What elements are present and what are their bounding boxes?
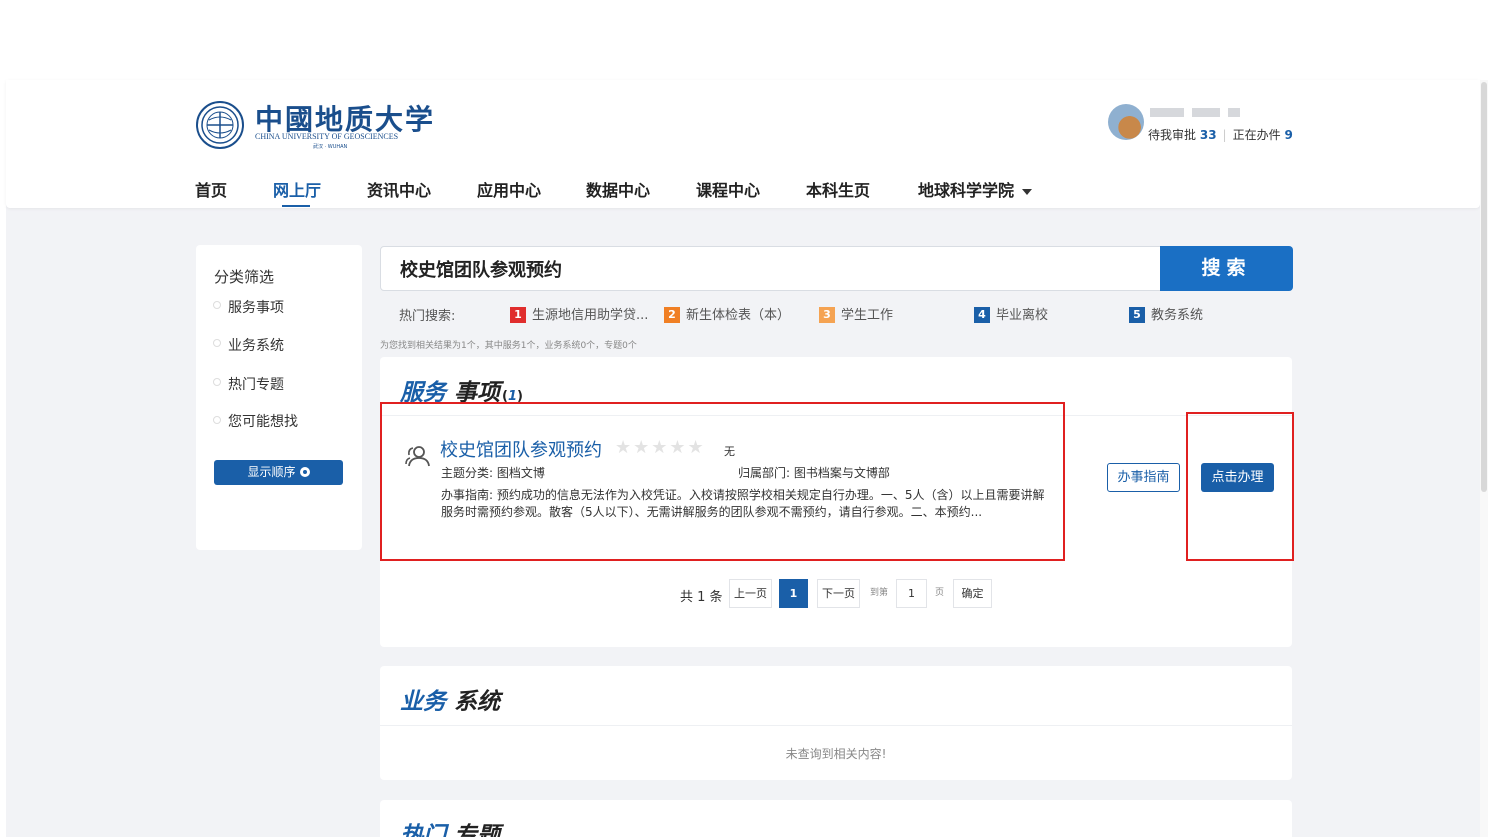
sort-order-button[interactable]: 显示顺序 — [214, 460, 343, 485]
search-button[interactable]: 搜索 — [1160, 246, 1293, 291]
topics-title: 热门 专题 — [400, 816, 500, 837]
hot-search-item[interactable]: 1 生源地信用助学贷... — [510, 304, 648, 323]
page-number-input[interactable]: 1 — [896, 579, 927, 608]
sort-order-label: 显示顺序 — [247, 465, 296, 479]
business-title-rest: 系统 — [446, 689, 501, 715]
nav-active-indicator — [282, 205, 310, 207]
goto-label: 到第 — [870, 588, 889, 598]
avatar[interactable] — [1108, 104, 1144, 140]
empty-message: 未查询到相关内容! — [785, 747, 887, 761]
topics-title-accent: 热门 — [400, 823, 446, 837]
search-input[interactable] — [381, 247, 1159, 290]
university-emblem-icon — [196, 101, 244, 149]
business-title: 业务 系统 — [400, 682, 500, 716]
sidebar-item-services[interactable]: 服务事项 — [228, 297, 284, 317]
gear-icon — [299, 467, 310, 477]
page-1-button[interactable]: 1 — [779, 579, 808, 608]
hot-search-text: 新生体检表（本） — [686, 308, 791, 323]
business-card: 业务 系统 未查询到相关内容! — [380, 666, 1292, 780]
rank-badge: 5 — [1129, 307, 1145, 323]
user-stats: 待我审批 33 | 正在办件 9 — [1148, 126, 1293, 143]
filter-sidebar: 分类筛选 服务事项 业务系统 热门专题 您可能想找 显示顺序 — [196, 245, 362, 550]
pending-count[interactable]: 33 — [1200, 128, 1217, 142]
hot-search-item[interactable]: 4 毕业离校 — [974, 304, 1048, 323]
business-title-accent: 业务 — [400, 689, 446, 715]
nav-item-undergrad[interactable]: 本科生页 — [806, 177, 870, 201]
next-page-button[interactable]: 下一页 — [817, 579, 860, 608]
nav-item-home[interactable]: 首页 — [195, 177, 227, 201]
hot-search-text: 毕业离校 — [996, 308, 1049, 323]
scrollbar-thumb[interactable] — [1481, 82, 1487, 492]
sidebar-item-topics[interactable]: 热门专题 — [228, 374, 284, 394]
highlight-box-service — [380, 402, 1065, 561]
doing-label[interactable]: 正在办件 — [1233, 128, 1281, 142]
rank-badge: 2 — [664, 307, 680, 323]
user-panel: 待我审批 33 | 正在办件 9 — [1108, 104, 1308, 144]
topics-card: 热门 专题 — [380, 800, 1292, 837]
sidebar-title: 分类筛选 — [214, 268, 275, 286]
nav-item-news[interactable]: 资讯中心 — [367, 177, 431, 201]
hot-search-text: 教务系统 — [1151, 308, 1204, 323]
stats-separator: | — [1222, 128, 1227, 142]
nav-item-school-label: 地球科学学院 — [918, 181, 1015, 200]
search-bar: 搜索 — [380, 246, 1293, 291]
result-summary: 为您找到相关结果为1个，其中服务1个，业务系统0个，专题0个 — [380, 341, 637, 351]
pending-label[interactable]: 待我审批 — [1148, 128, 1196, 142]
dot-icon — [213, 301, 221, 309]
rank-badge: 1 — [510, 307, 526, 323]
pager-total: 共 1 条 — [680, 590, 723, 605]
nav-item-online-hall[interactable]: 网上厅 — [273, 177, 321, 201]
hot-search-text: 学生工作 — [841, 308, 894, 323]
nav-item-data[interactable]: 数据中心 — [586, 177, 650, 201]
nav-item-apps[interactable]: 应用中心 — [477, 177, 541, 201]
doing-count[interactable]: 9 — [1284, 128, 1292, 142]
rank-badge: 4 — [974, 307, 990, 323]
dot-icon — [213, 416, 221, 424]
sidebar-item-business[interactable]: 业务系统 — [228, 335, 284, 355]
rank-badge: 3 — [819, 307, 835, 323]
dot-icon — [213, 378, 221, 386]
sidebar-item-suggestions[interactable]: 您可能想找 — [228, 411, 298, 431]
topics-title-rest: 专题 — [446, 823, 501, 837]
user-name-redacted — [1150, 108, 1240, 118]
logo-subtitle: CHINA UNIVERSITY OF GEOSCIENCES — [255, 132, 399, 141]
page-unit: 页 — [935, 588, 945, 598]
nav-item-school-dropdown[interactable]: 地球科学学院 — [918, 177, 1033, 201]
dot-icon — [213, 339, 221, 347]
university-logo[interactable]: 中國地质大学 CHINA UNIVERSITY OF GEOSCIENCES 武… — [195, 98, 435, 152]
logo-city: 武汉 · WUHAN — [313, 144, 348, 150]
goto-confirm-button[interactable]: 确定 — [953, 579, 992, 608]
hot-search-item[interactable]: 3 学生工作 — [819, 304, 893, 323]
hot-search-item[interactable]: 5 教务系统 — [1129, 304, 1203, 323]
highlight-box-action — [1186, 412, 1294, 561]
hot-search-item[interactable]: 2 新生体检表（本） — [664, 304, 790, 323]
chevron-down-icon — [1022, 188, 1033, 195]
nav-item-courses[interactable]: 课程中心 — [696, 177, 760, 201]
guide-button[interactable]: 办事指南 — [1107, 463, 1180, 492]
divider — [380, 725, 1292, 726]
hot-search-text: 生源地信用助学贷... — [532, 308, 649, 323]
hot-search-label: 热门搜索: — [399, 309, 456, 324]
prev-page-button[interactable]: 上一页 — [729, 579, 772, 608]
